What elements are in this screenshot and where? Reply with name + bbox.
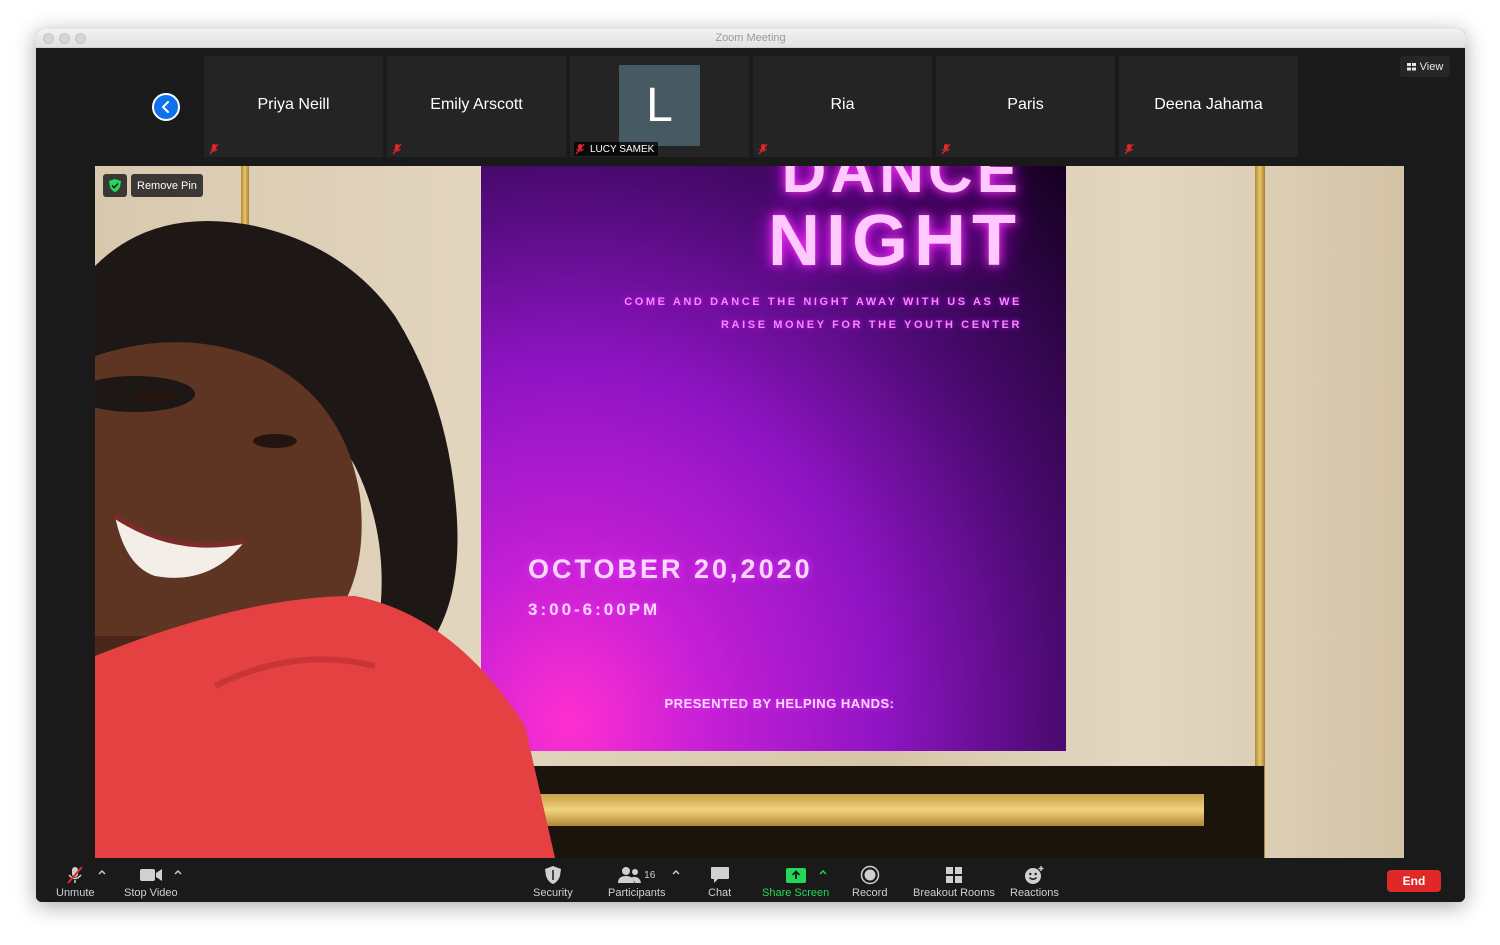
participants-button[interactable]: 16 Participants	[608, 864, 665, 899]
unmute-button[interactable]: Unmute	[56, 864, 95, 899]
participant-tile[interactable]: Deena Jahama	[1119, 56, 1298, 157]
participant-name: LUCY SAMEK	[590, 143, 655, 155]
participant-tile[interactable]: Priya Neill	[204, 56, 383, 157]
chat-bubble-icon	[710, 867, 729, 883]
participant-name: Deena Jahama	[1154, 96, 1263, 113]
previous-page-button[interactable]	[152, 93, 180, 121]
participant-label: LUCY SAMEK	[574, 142, 659, 156]
chevron-left-icon	[162, 101, 169, 113]
participants-options-chevron-up-icon[interactable]	[671, 868, 681, 876]
share-options-chevron-up-icon[interactable]	[818, 868, 828, 876]
participant-name: Paris	[1007, 96, 1044, 113]
grid-view-icon	[1406, 62, 1416, 70]
window-title: Zoom Meeting	[715, 32, 786, 44]
participant-tile[interactable]: Ria	[753, 56, 932, 157]
participants-icon	[618, 867, 642, 883]
participants-label: Participants	[608, 887, 666, 899]
stop-video-label: Stop Video	[124, 887, 178, 899]
breakout-rooms-icon	[945, 867, 962, 883]
unmute-label: Unmute	[56, 887, 95, 899]
muted-mic-icon	[1124, 143, 1134, 155]
participant-name: Priya Neill	[257, 96, 330, 113]
video-options-chevron-up-icon[interactable]	[173, 868, 183, 876]
participant-name: Emily Arscott	[430, 96, 523, 113]
pin-controls: Remove Pin	[103, 174, 203, 197]
verified-shield-icon	[103, 174, 127, 197]
gold-bar	[515, 794, 1204, 826]
remove-pin-button[interactable]: Remove Pin	[131, 174, 203, 197]
meeting-toolbar: Unmute Stop Video Security 16 Participan…	[36, 858, 1465, 902]
stop-video-button[interactable]: Stop Video	[124, 864, 178, 899]
security-button[interactable]: Security	[533, 864, 573, 899]
shield-icon	[544, 866, 561, 884]
participant-video-person	[95, 221, 555, 858]
poster-tagline: COME AND DANCE THE NIGHT AWAY WITH US AS…	[624, 296, 1022, 308]
reactions-button[interactable]: Reactions	[1010, 864, 1059, 899]
muted-mic-icon	[575, 143, 585, 155]
record-label: Record	[852, 887, 888, 899]
reactions-smiley-icon	[1025, 866, 1044, 884]
muted-mic-icon	[941, 143, 951, 155]
record-button[interactable]: Record	[852, 864, 887, 899]
meeting-stage: View Priya Neill Emily Arscott L LUCY SA…	[36, 48, 1465, 858]
muted-mic-icon	[392, 143, 402, 155]
poster-tagline: RAISE MONEY FOR THE YOUTH CENTER	[721, 319, 1022, 331]
breakout-rooms-label: Breakout Rooms	[913, 887, 995, 899]
muted-mic-icon	[67, 866, 84, 884]
share-screen-icon	[785, 867, 806, 883]
participant-tile[interactable]: Paris	[936, 56, 1115, 157]
reactions-label: Reactions	[1010, 887, 1059, 899]
view-button[interactable]: View	[1400, 56, 1450, 77]
video-camera-icon	[139, 869, 162, 881]
record-icon	[860, 865, 879, 885]
participant-name: Ria	[830, 96, 855, 113]
breakout-rooms-button[interactable]: Breakout Rooms	[913, 864, 995, 899]
zoom-window: Zoom Meeting View Priya Neill Emily Arsc…	[36, 29, 1465, 902]
chat-label: Chat	[708, 887, 732, 899]
participant-tile[interactable]: L LUCY SAMEK	[570, 56, 749, 157]
title-bar: Zoom Meeting	[36, 29, 1465, 48]
muted-mic-icon	[209, 143, 219, 155]
avatar: L	[619, 65, 700, 146]
participants-count: 16	[644, 869, 656, 881]
pinned-video[interactable]: DANCE NIGHT COME AND DANCE THE NIGHT AWA…	[95, 166, 1404, 858]
share-screen-label: Share Screen	[762, 887, 830, 899]
view-button-label: View	[1419, 60, 1444, 73]
end-meeting-button[interactable]: End	[1387, 870, 1441, 892]
chat-button[interactable]: Chat	[708, 864, 731, 899]
muted-mic-icon	[758, 143, 768, 155]
security-label: Security	[533, 887, 573, 899]
participant-tile[interactable]: Emily Arscott	[387, 56, 566, 157]
audio-options-chevron-up-icon[interactable]	[97, 868, 107, 876]
wall-trim	[1255, 166, 1265, 858]
